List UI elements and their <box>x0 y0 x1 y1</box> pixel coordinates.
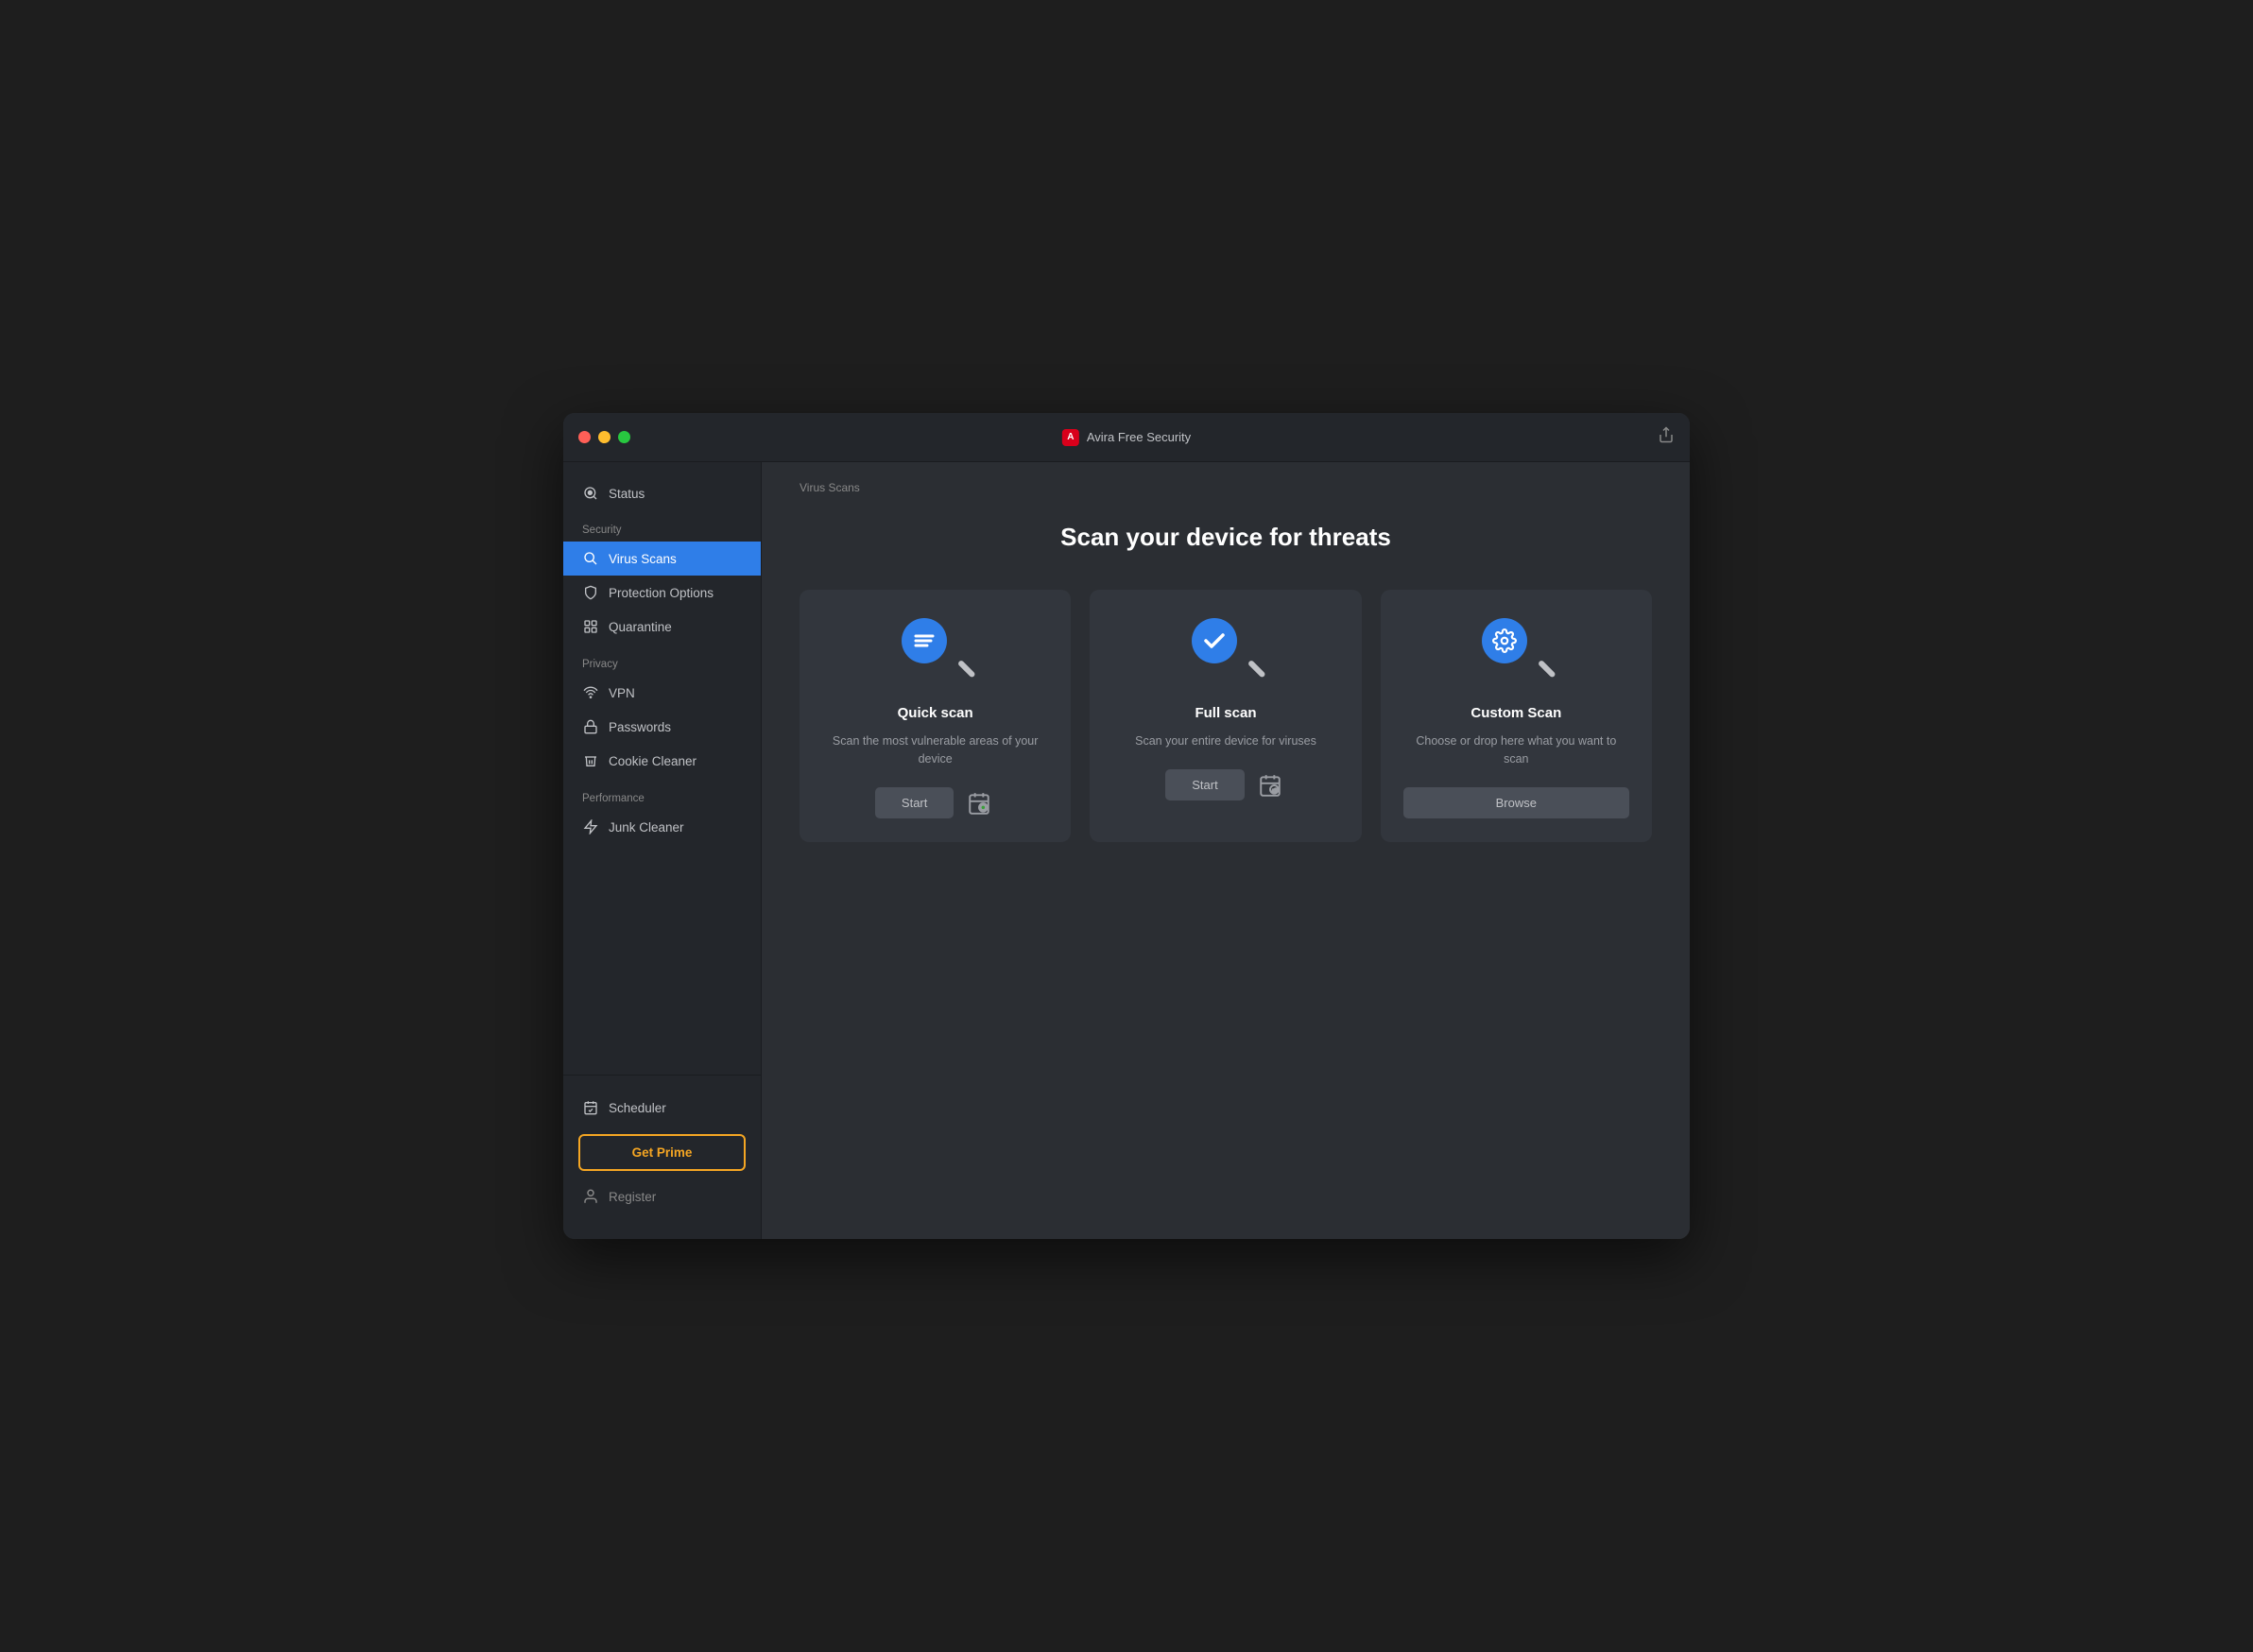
full-scan-magnifier <box>1192 618 1260 686</box>
scheduler-label: Scheduler <box>609 1101 666 1115</box>
minimize-button[interactable] <box>598 431 611 443</box>
app-title: Avira Free Security <box>1087 430 1191 444</box>
custom-scan-handle <box>1538 660 1556 679</box>
status-icon <box>582 485 599 502</box>
register-row[interactable]: Register <box>578 1180 746 1213</box>
quick-scan-magnifier <box>902 618 970 686</box>
custom-scan-circle <box>1482 618 1527 663</box>
quick-scan-card: Quick scan Scan the most vulnerable area… <box>800 590 1071 842</box>
sidebar-protection-options-label: Protection Options <box>609 586 714 600</box>
traffic-lights <box>578 431 630 443</box>
sidebar-item-virus-scans[interactable]: Virus Scans <box>563 542 761 576</box>
vpn-icon <box>582 684 599 701</box>
sidebar-virus-scans-label: Virus Scans <box>609 552 677 566</box>
svg-text:↺: ↺ <box>1271 786 1278 795</box>
share-icon[interactable] <box>1658 426 1675 448</box>
protection-options-icon <box>582 584 599 601</box>
sidebar-item-scheduler[interactable]: Scheduler <box>578 1091 746 1125</box>
full-scan-start-button[interactable]: Start <box>1165 769 1244 800</box>
register-label: Register <box>609 1190 656 1204</box>
main-layout: Status Security Virus Scans <box>563 462 1690 1239</box>
quick-scan-actions: Start <box>875 787 995 819</box>
junk-cleaner-icon <box>582 818 599 835</box>
full-scan-actions: Start ↺ <box>1165 769 1285 801</box>
full-scan-circle <box>1192 618 1237 663</box>
scheduler-icon <box>582 1099 599 1116</box>
full-scan-handle <box>1247 660 1266 679</box>
app-window: A Avira Free Security <box>563 413 1690 1239</box>
breadcrumb: Virus Scans <box>800 481 1652 494</box>
virus-scans-icon <box>582 550 599 567</box>
custom-scan-title: Custom Scan <box>1470 705 1561 721</box>
full-scan-card: Full scan Scan your entire device for vi… <box>1090 590 1361 842</box>
sidebar-item-cookie-cleaner[interactable]: Cookie Cleaner <box>563 744 761 778</box>
custom-scan-icon <box>1482 618 1550 686</box>
quick-scan-title: Quick scan <box>898 705 973 721</box>
quick-scan-circle <box>902 618 947 663</box>
full-scan-title: Full scan <box>1195 705 1256 721</box>
custom-scan-desc: Choose or drop here what you want to sca… <box>1403 732 1629 768</box>
sidebar-item-vpn[interactable]: VPN <box>563 676 761 710</box>
sidebar-passwords-label: Passwords <box>609 720 671 734</box>
sidebar-item-quarantine[interactable]: Quarantine <box>563 610 761 644</box>
custom-scan-browse-button[interactable]: Browse <box>1403 787 1629 818</box>
sidebar-item-passwords[interactable]: Passwords <box>563 710 761 744</box>
sidebar-section-security: Security <box>563 517 761 542</box>
close-button[interactable] <box>578 431 591 443</box>
cookie-cleaner-icon <box>582 752 599 769</box>
quick-scan-icon <box>902 618 970 686</box>
sidebar-vpn-label: VPN <box>609 686 635 700</box>
sidebar-item-status[interactable]: Status <box>563 477 761 517</box>
sidebar-section-privacy: Privacy <box>563 651 761 676</box>
maximize-button[interactable] <box>618 431 630 443</box>
sidebar-section-performance: Performance <box>563 785 761 810</box>
title-bar-center: A Avira Free Security <box>1062 429 1191 446</box>
sidebar-status-label: Status <box>609 487 645 501</box>
custom-scan-actions: Browse <box>1403 787 1629 818</box>
sidebar-item-protection-options[interactable]: Protection Options <box>563 576 761 610</box>
quick-scan-schedule-button[interactable] <box>963 787 995 819</box>
sidebar-quarantine-label: Quarantine <box>609 620 672 634</box>
sidebar-bottom: Scheduler Get Prime Register <box>563 1075 761 1224</box>
sidebar-item-junk-cleaner[interactable]: Junk Cleaner <box>563 810 761 844</box>
custom-scan-card: Custom Scan Choose or drop here what you… <box>1381 590 1652 842</box>
page-title: Scan your device for threats <box>800 523 1652 552</box>
title-bar: A Avira Free Security <box>563 413 1690 462</box>
quick-scan-start-button[interactable]: Start <box>875 787 954 818</box>
sidebar: Status Security Virus Scans <box>563 462 762 1239</box>
quarantine-icon <box>582 618 599 635</box>
custom-scan-magnifier <box>1482 618 1550 686</box>
content-area: Virus Scans Scan your device for threats <box>762 462 1690 1239</box>
quick-scan-handle <box>957 660 976 679</box>
full-scan-icon <box>1192 618 1260 686</box>
avira-logo-icon: A <box>1062 429 1079 446</box>
sidebar-cookie-cleaner-label: Cookie Cleaner <box>609 754 697 768</box>
get-prime-button[interactable]: Get Prime <box>578 1134 746 1171</box>
scan-cards-row: Quick scan Scan the most vulnerable area… <box>800 590 1652 842</box>
sidebar-junk-cleaner-label: Junk Cleaner <box>609 820 684 835</box>
full-scan-desc: Scan your entire device for viruses <box>1135 732 1316 750</box>
register-icon <box>582 1188 599 1205</box>
full-scan-schedule-button[interactable]: ↺ <box>1254 769 1286 801</box>
passwords-icon <box>582 718 599 735</box>
quick-scan-desc: Scan the most vulnerable areas of your d… <box>822 732 1048 768</box>
